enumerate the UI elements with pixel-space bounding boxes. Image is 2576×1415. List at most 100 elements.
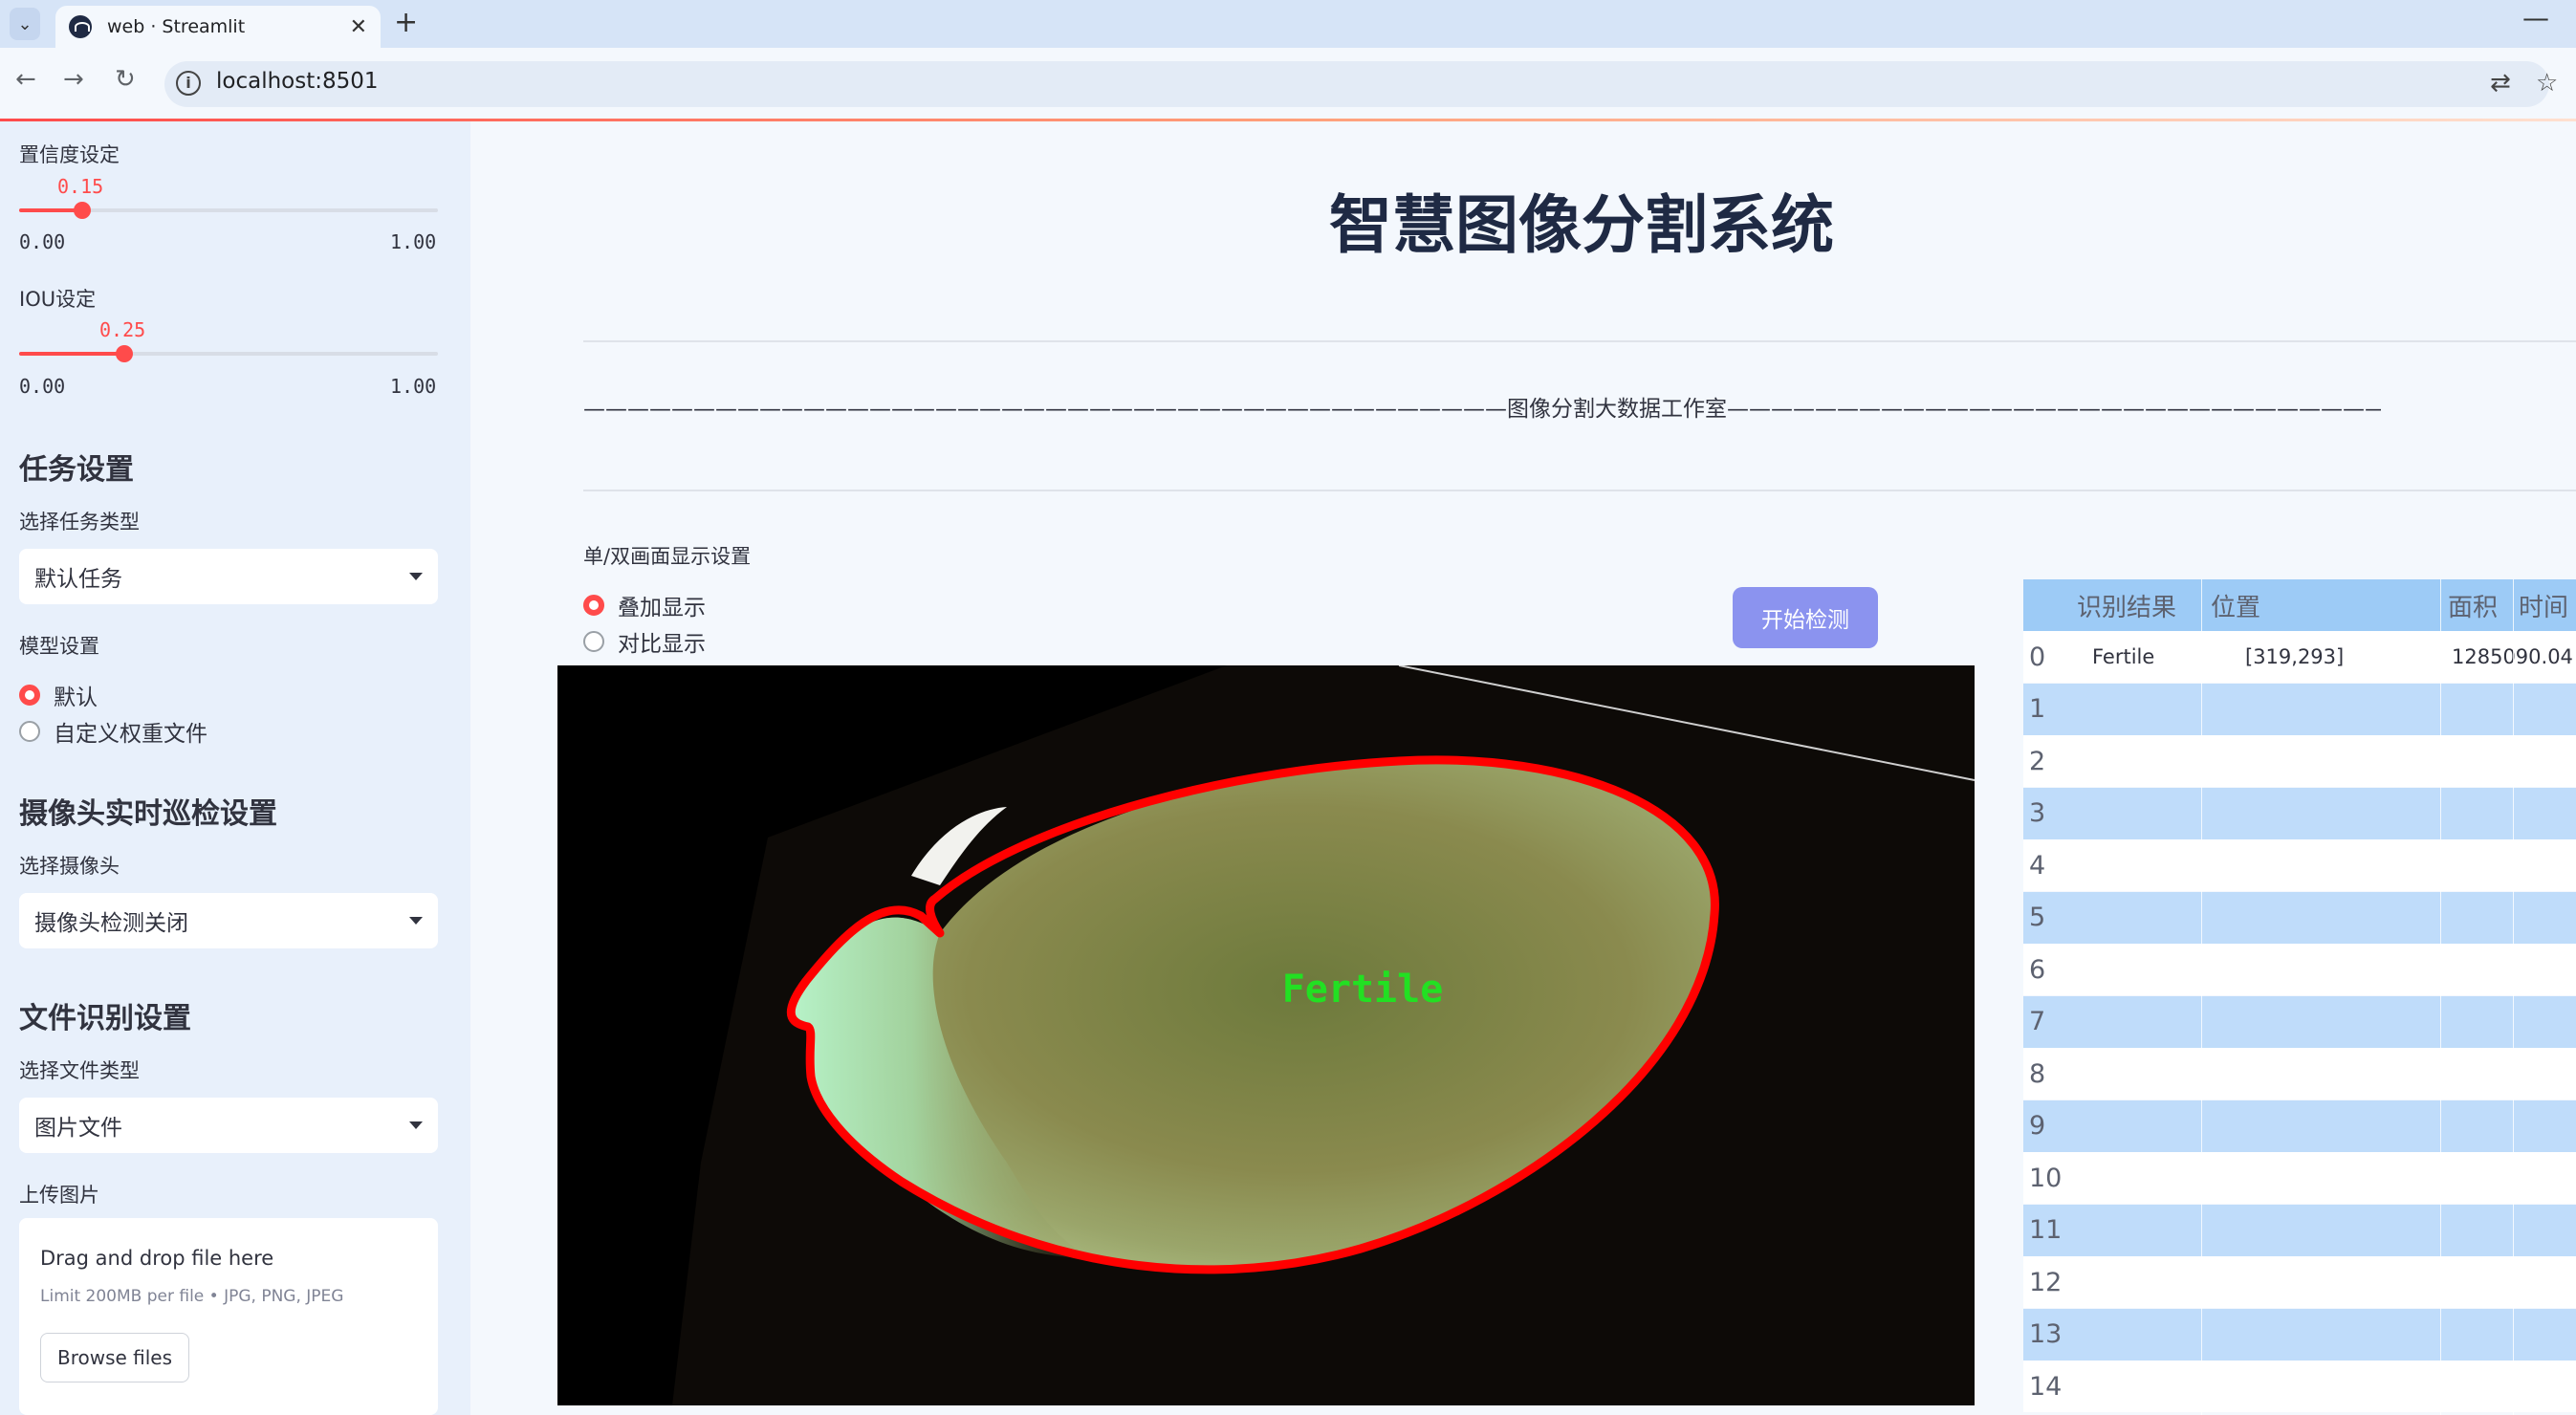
forward-arrow-icon[interactable]: → [63, 65, 84, 94]
new-tab-plus-icon[interactable]: + [394, 6, 418, 39]
file-type-select[interactable]: 图片文件 [19, 1098, 438, 1153]
window-minimize-icon[interactable]: — [2522, 2, 2549, 33]
start-detection-button[interactable]: 开始检测 [1733, 587, 1878, 648]
iou-slider-thumb[interactable] [115, 345, 133, 362]
model-option-custom[interactable]: 自定义权重文件 [19, 715, 207, 748]
iou-label: IOU设定 [19, 288, 97, 311]
cell-position [2245, 1100, 2436, 1152]
row-index: 8 [2029, 1058, 2046, 1089]
row-index: 6 [2029, 954, 2046, 985]
file-type-label: 选择文件类型 [19, 1059, 140, 1082]
row-index: 0 [2029, 642, 2046, 672]
results-table[interactable]: 识别结果 位置 面积 时间 0 Fertile [319,293] 1285090.0… [2023, 579, 2576, 1415]
page-title: 智慧图像分割系统 [1329, 188, 1834, 262]
segmentation-overlay: Fertile [557, 665, 1975, 1405]
cell-area [2452, 1309, 2576, 1361]
table-row[interactable]: 4 [2023, 839, 2576, 891]
cell-position [2245, 1361, 2436, 1412]
upload-dropzone-limit: Limit 200MB per file • JPG, PNG, JPEG [40, 1287, 344, 1306]
browse-files-button[interactable]: Browse files [40, 1333, 189, 1382]
cell-position [2245, 1205, 2436, 1256]
table-row[interactable]: 7 [2023, 995, 2576, 1048]
table-row[interactable]: 6 [2023, 944, 2576, 995]
radio-unselected-icon[interactable] [583, 631, 604, 652]
row-index: 10 [2029, 1163, 2063, 1193]
cell-area [2452, 892, 2576, 944]
row-index: 7 [2029, 1007, 2046, 1036]
row-index: 11 [2029, 1215, 2063, 1245]
camera-settings-heading: 摄像头实时巡检设置 [19, 797, 277, 831]
table-row[interactable]: 11 [2023, 1204, 2576, 1256]
table-row[interactable]: 0 Fertile [319,293] 1285090.04 [2023, 631, 2576, 683]
column-separator [2201, 579, 2202, 1415]
cell-position [2245, 892, 2436, 944]
row-index: 9 [2029, 1111, 2046, 1141]
bookmark-star-icon[interactable]: ☆ [2536, 69, 2558, 98]
display-option-label: 对比显示 [618, 632, 706, 657]
row-index: 2 [2029, 746, 2046, 776]
cell-position [2245, 1048, 2436, 1099]
radio-selected-icon[interactable] [583, 595, 604, 616]
reload-icon[interactable]: ↻ [115, 65, 136, 94]
table-row[interactable]: 14 [2023, 1361, 2576, 1412]
camera-select[interactable]: 摄像头检测关闭 [19, 893, 438, 948]
radio-unselected-icon[interactable] [19, 721, 40, 742]
model-option-default[interactable]: 默认 [19, 679, 98, 711]
url-text[interactable]: localhost:8501 [216, 69, 379, 94]
cell-position [2245, 735, 2436, 787]
table-row[interactable]: 12 [2023, 1256, 2576, 1308]
table-row[interactable]: 5 [2023, 891, 2576, 944]
table-row[interactable]: 1 [2023, 683, 2576, 735]
task-settings-heading: 任务设置 [19, 453, 134, 487]
tab-list-chevron-down-icon[interactable]: ⌄ [10, 8, 40, 40]
cell-area [2452, 684, 2576, 735]
table-row[interactable]: 10 [2023, 1152, 2576, 1204]
translate-icon[interactable]: ⇄ [2490, 69, 2511, 98]
column-separator [2513, 579, 2514, 1415]
site-info-icon[interactable]: i [176, 71, 201, 96]
table-row[interactable]: 3 [2023, 787, 2576, 839]
table-row[interactable]: 2 [2023, 735, 2576, 787]
tab-close-icon[interactable]: ✕ [350, 15, 367, 39]
cell-position [2245, 1152, 2436, 1204]
task-type-label: 选择任务类型 [19, 511, 140, 533]
display-option-overlay[interactable]: 叠加显示 [583, 589, 706, 621]
streamlit-favicon-icon [69, 15, 92, 38]
iou-max: 1.00 [390, 375, 437, 398]
model-option-label: 自定义权重文件 [54, 722, 207, 747]
radio-selected-icon[interactable] [19, 685, 40, 706]
model-option-label: 默认 [54, 686, 98, 710]
column-header[interactable]: 面积 [2448, 579, 2515, 631]
row-index: 4 [2029, 850, 2046, 881]
browser-tab[interactable]: web · Streamlit ✕ [55, 6, 381, 48]
chevron-down-icon [409, 917, 423, 925]
url-field[interactable] [164, 61, 2549, 107]
cell-result [2092, 1309, 2201, 1361]
task-type-value: 默认任务 [34, 567, 122, 592]
confidence-min: 0.00 [19, 230, 66, 253]
column-header[interactable]: 识别结果 [2077, 579, 2211, 631]
task-type-select[interactable]: 默认任务 [19, 549, 438, 604]
cell-area [2452, 1152, 2576, 1204]
table-row[interactable]: 13 [2023, 1308, 2576, 1361]
row-index: 12 [2029, 1267, 2063, 1297]
chevron-down-icon [409, 1121, 423, 1129]
detection-class-label: Fertile [1282, 968, 1444, 1012]
table-row[interactable]: 9 [2023, 1099, 2576, 1152]
iou-value: 0.25 [99, 318, 146, 341]
iou-slider[interactable] [19, 345, 438, 362]
cell-area [2452, 1100, 2576, 1152]
cell-area [2452, 735, 2576, 787]
column-header[interactable]: 时间 [2519, 579, 2576, 631]
cell-area [2452, 1048, 2576, 1099]
upload-dropzone-title: Drag and drop file here [40, 1247, 274, 1270]
display-option-compare[interactable]: 对比显示 [583, 625, 706, 658]
confidence-max: 1.00 [390, 230, 437, 253]
table-header: 识别结果 位置 面积 时间 [2023, 579, 2576, 631]
back-arrow-icon[interactable]: ← [15, 65, 36, 94]
confidence-slider-thumb[interactable] [73, 202, 91, 219]
column-header[interactable]: 位置 [2211, 579, 2440, 631]
file-uploader-dropzone[interactable]: Drag and drop file here Limit 200MB per … [19, 1218, 438, 1415]
confidence-slider[interactable] [19, 202, 438, 219]
table-row[interactable]: 8 [2023, 1048, 2576, 1099]
